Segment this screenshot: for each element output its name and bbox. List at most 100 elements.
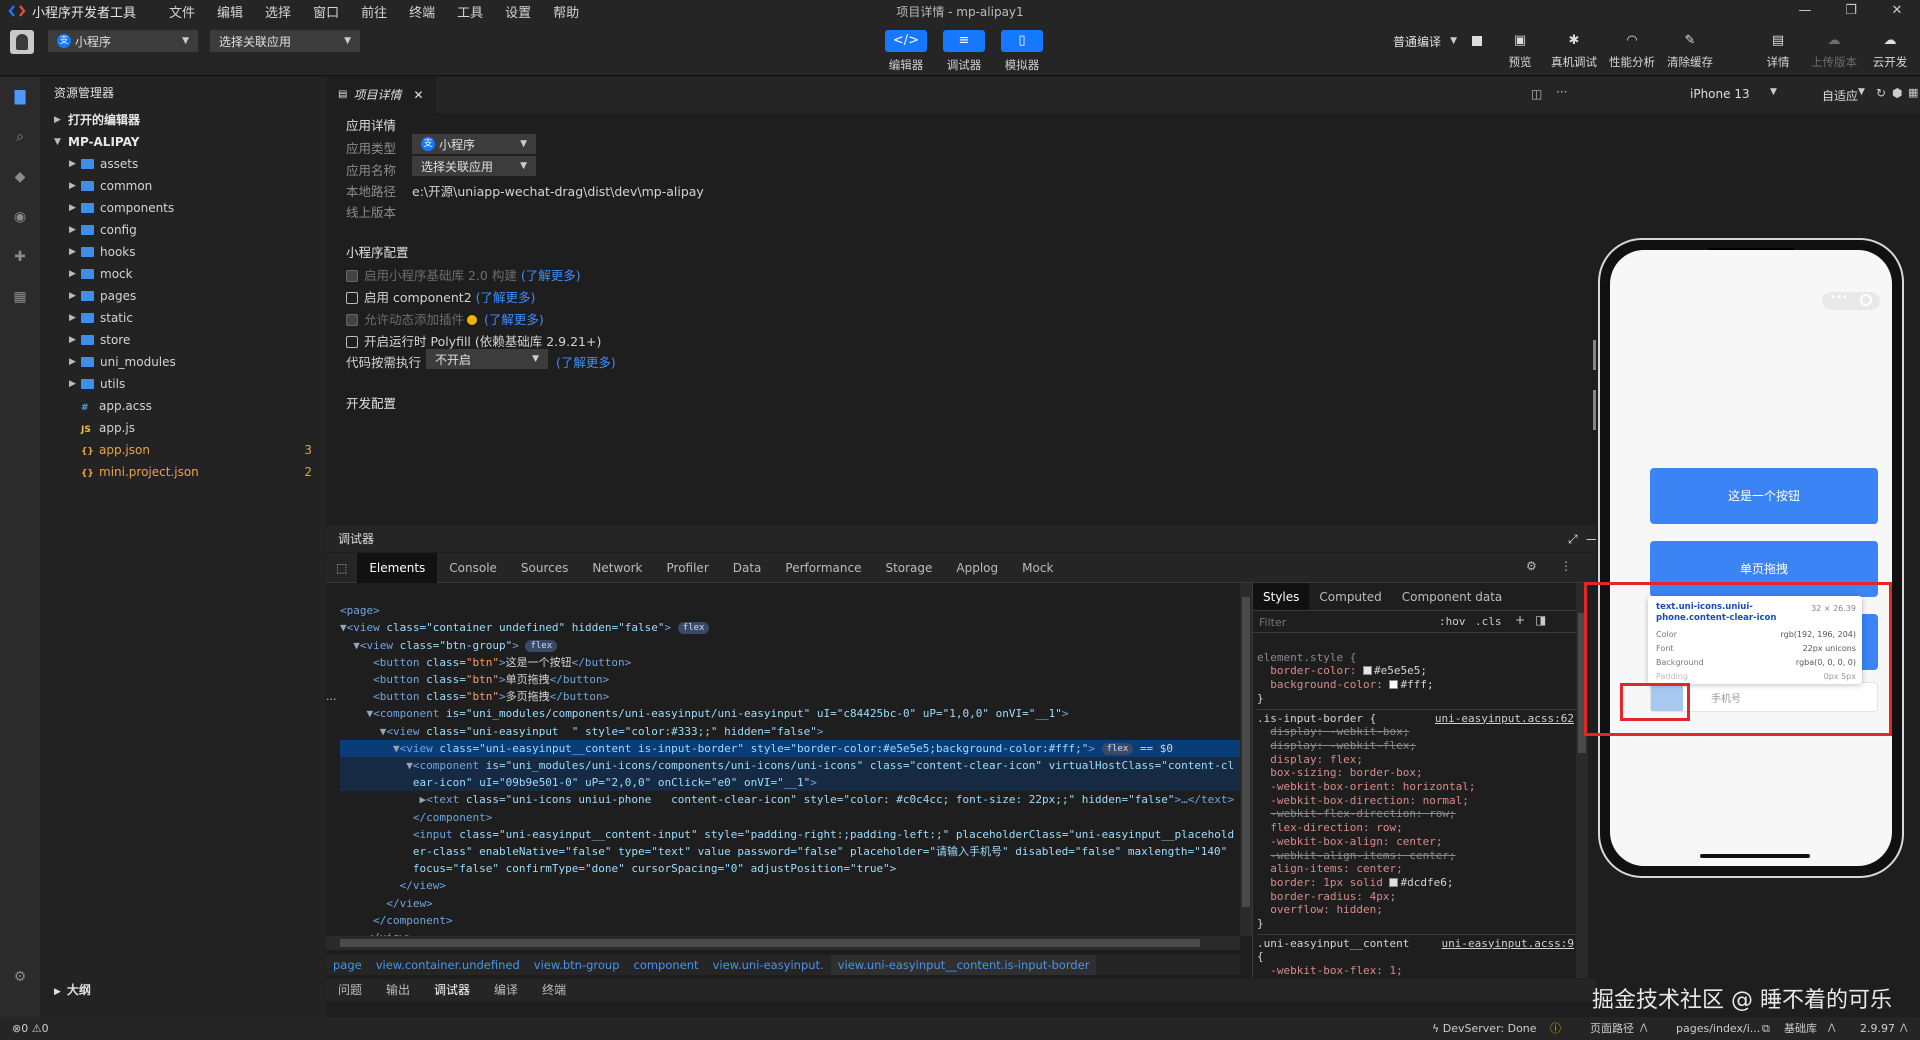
preview-button[interactable]: ▣ 预览 (1490, 30, 1550, 70)
css-property[interactable]: border-color: #e5e5e5; (1257, 664, 1588, 678)
crumb-btn-group[interactable]: view.btn-group (527, 955, 627, 975)
css-property[interactable]: display: -webkit-box; (1257, 725, 1588, 739)
elements-scrollbar[interactable] (1240, 583, 1252, 936)
outline-section[interactable]: ▶ 大纲 (40, 979, 326, 1001)
crumb-page[interactable]: page (326, 955, 369, 975)
css-property[interactable]: -webkit-box-align: center; (1257, 835, 1588, 849)
option-component2[interactable]: 启用 component2 (了解更多) (346, 287, 535, 306)
tab-component-data[interactable]: Component data (1392, 583, 1513, 610)
sidebar-toggle-icon[interactable]: ◨ (1535, 613, 1546, 627)
debugger-mode-button[interactable]: ≡ (943, 30, 985, 52)
tab-problems[interactable]: 问题 (326, 979, 374, 1001)
file-app-acss[interactable]: # app.acss (40, 395, 326, 417)
fit-mode-selector[interactable]: 自适应 (1822, 87, 1858, 104)
css-source-link[interactable]: uni-easyinput.acss:62 (1435, 712, 1574, 726)
tab-project-detail[interactable]: ▤ 项目详情 ✕ (326, 77, 436, 113)
color-swatch[interactable] (1389, 877, 1399, 887)
capsule-menu[interactable]: ••• (1822, 292, 1880, 310)
dom-node[interactable]: ▼<component is="uni_modules/components/u… (340, 705, 1240, 722)
cube-icon[interactable]: ⬢ (1892, 86, 1902, 100)
option-dynamic-plugin[interactable]: 允许动态添加插件 (了解更多) (346, 309, 544, 328)
app-name-dropdown[interactable]: 选择关联应用 ▼ (412, 156, 536, 176)
editor-mode-button[interactable]: </> (885, 30, 927, 52)
settings-gear-icon[interactable]: ⚙ (0, 957, 40, 997)
crumb-content[interactable]: view.uni-easyinput__content.is-input-bor… (830, 955, 1097, 975)
folder-static[interactable]: ▶ static (40, 307, 326, 329)
dom-node[interactable]: <button class="btn">单页拖拽</button> (340, 671, 1240, 688)
crumb-container[interactable]: view.container.undefined (369, 955, 527, 975)
folder-utils[interactable]: ▶ utils (40, 373, 326, 395)
project-type-dropdown[interactable]: 支 小程序 ▼ (48, 30, 198, 52)
tab-console[interactable]: Console (437, 553, 509, 583)
css-property[interactable]: -webkit-align-items: center; (1257, 849, 1588, 863)
chevron-up-icon[interactable]: ⋀ (1900, 1017, 1907, 1040)
tab-output[interactable]: 输出 (374, 979, 422, 1001)
css-property[interactable]: display: -webkit-flex; (1257, 739, 1588, 753)
tab-terminal[interactable]: 终端 (530, 979, 578, 1001)
class-toggle[interactable]: .cls (1475, 615, 1502, 628)
code-exec-dropdown[interactable]: 不开启 ▼ (426, 349, 548, 369)
styles-filter-input[interactable] (1259, 613, 1419, 631)
css-source-link[interactable]: uni-easyinput.acss:9 (1442, 937, 1574, 951)
selected-dom-node[interactable]: ▼<view class="uni-easyinput__content is-… (340, 739, 1240, 758)
project-root[interactable]: ▼ MP-ALIPAY (40, 131, 326, 153)
dom-node[interactable]: <button class="btn">多页拖拽</button> (340, 688, 1240, 705)
inspect-element-icon[interactable]: ⬚ (326, 553, 357, 583)
compile-mode-dropdown[interactable]: 普通编译 ▼ (1384, 30, 1466, 52)
related-app-dropdown[interactable]: 选择关联应用 ▼ (210, 30, 360, 52)
file-app-js[interactable]: JS app.js (40, 417, 326, 439)
more-icon[interactable]: ··· (1556, 85, 1567, 99)
dom-node[interactable]: ▶<text class="uni-icons uniui-phone cont… (340, 791, 1240, 808)
checkbox[interactable] (346, 292, 358, 304)
option-base-lib-2[interactable]: 启用小程序基础库 2.0 构建 (了解更多) (346, 265, 581, 284)
app-type-dropdown[interactable]: 支 小程序 ▼ (412, 134, 536, 154)
css-property[interactable]: -webkit-box-flex: 1; (1257, 964, 1588, 978)
learn-more-link[interactable]: (了解更多) (476, 290, 536, 305)
base-lib-version[interactable]: 2.9.97 (1860, 1017, 1895, 1040)
checkbox[interactable] (346, 314, 358, 326)
expand-icon[interactable]: ⤢ (1568, 526, 1578, 552)
folder-mock[interactable]: ▶ mock (40, 263, 326, 285)
file-mini-project-json[interactable]: {} mini.project.json 2 (40, 461, 326, 483)
settings-gear-icon[interactable]: ⚙ (1526, 559, 1537, 573)
tab-debugger[interactable]: 调试器 (422, 979, 482, 1001)
css-property[interactable]: display: flex; (1257, 753, 1588, 767)
dom-node[interactable]: </view> (340, 877, 1240, 894)
menu-window[interactable]: 窗口 (302, 2, 350, 21)
base-lib-label[interactable]: 基础库 (1784, 1017, 1817, 1040)
menu-go[interactable]: 前往 (350, 2, 398, 21)
split-editor-icon[interactable]: ◫ (1531, 87, 1542, 101)
close-icon[interactable]: ✕ (413, 77, 423, 113)
close-icon[interactable]: ✕ (1874, 0, 1920, 22)
folder-pages[interactable]: ▶ pages (40, 285, 326, 307)
file-app-json[interactable]: {} app.json 3 (40, 439, 326, 461)
cloud-dev-button[interactable]: ☁ 云开发 (1860, 30, 1920, 70)
close-app-icon[interactable] (1860, 294, 1872, 306)
copy-icon[interactable]: ⧉ (1762, 1017, 1770, 1040)
devserver-status[interactable]: ϟ DevServer: Done (1432, 1017, 1537, 1040)
extensions-icon[interactable]: ✚ (0, 237, 40, 277)
elements-tree[interactable]: <page> ▼<view class="container undefined"… (326, 583, 1240, 936)
dom-node[interactable]: <page> (340, 602, 1240, 619)
elements-h-scrollbar[interactable] (326, 936, 1240, 950)
dom-node[interactable]: </view> (340, 929, 1240, 936)
tab-performance[interactable]: Performance (773, 553, 873, 583)
dom-node[interactable]: </component> (340, 809, 1240, 826)
tab-sources[interactable]: Sources (509, 553, 580, 583)
warning-icon[interactable]: ⓘ (1550, 1017, 1561, 1040)
folder-common[interactable]: ▶ common (40, 175, 326, 197)
folder-uni-modules[interactable]: ▶ uni_modules (40, 351, 326, 373)
avatar[interactable] (10, 30, 34, 54)
page-path-value[interactable]: pages/index/i... (1676, 1017, 1760, 1040)
tab-profiler[interactable]: Profiler (655, 553, 721, 583)
open-editors-section[interactable]: ▶ 打开的编辑器 (40, 109, 326, 131)
chevron-down-icon[interactable]: ▼ (1858, 87, 1865, 97)
more-vertical-icon[interactable]: ⋮ (1560, 559, 1572, 573)
menu-terminal[interactable]: 终端 (398, 2, 446, 21)
dom-node[interactable]: ▼<component is="uni_modules/uni-icons/co… (340, 757, 1240, 775)
learn-more-link[interactable]: (了解更多) (521, 268, 581, 283)
css-property[interactable]: border-radius: 4px; (1257, 890, 1588, 904)
dom-node[interactable]: ▼<view class="uni-easyinput " style="col… (340, 723, 1240, 740)
hover-state-toggle[interactable]: :hov (1439, 615, 1466, 628)
device-selector[interactable]: iPhone 13 (1690, 87, 1750, 101)
